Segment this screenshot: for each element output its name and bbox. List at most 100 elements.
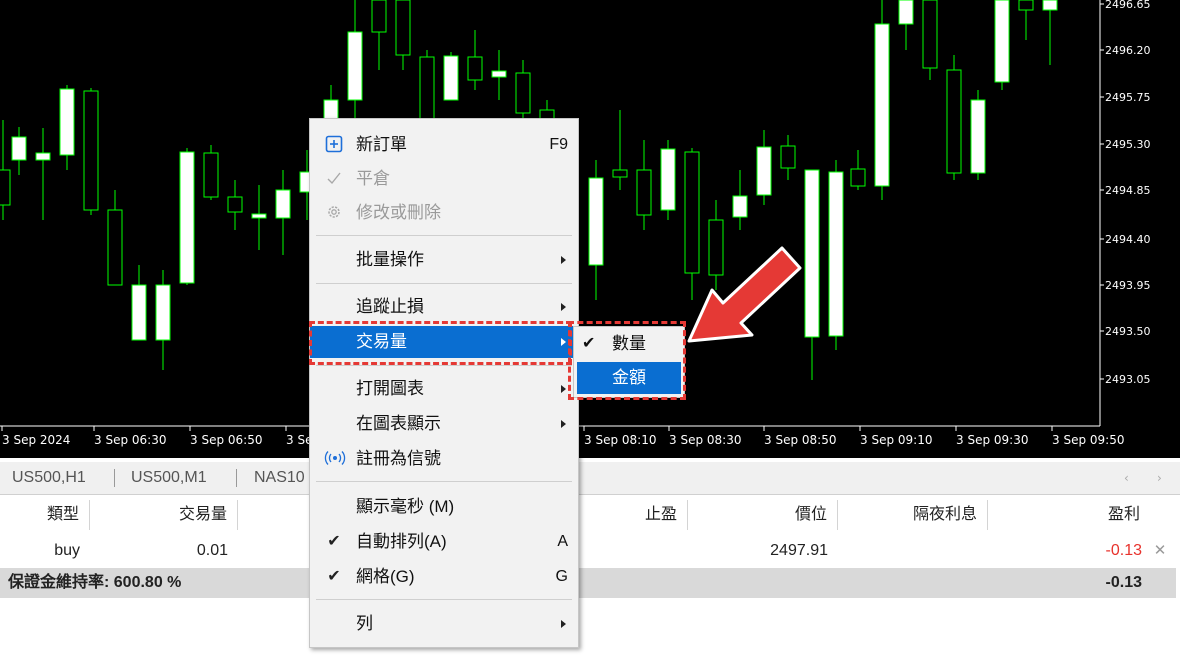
submenu-arrow-icon: [561, 420, 566, 428]
candle-body: [347, 31, 363, 101]
menu-item-modify-delete[interactable]: 修改或刪除: [310, 197, 578, 229]
price-tick-label: 2494.85: [1105, 184, 1151, 197]
candle-body: [227, 196, 243, 213]
price-tick-label: 2496.20: [1105, 44, 1151, 57]
summary-profit: -0.13: [1105, 574, 1142, 591]
menu-item-show-milliseconds[interactable]: 顯示毫秒 (M): [310, 491, 578, 523]
col-header-price[interactable]: 價位: [688, 500, 838, 530]
candle-body: [588, 177, 604, 266]
menu-item-close-position[interactable]: 平倉: [310, 163, 578, 195]
candle-body: [371, 0, 387, 33]
candle-body: [155, 284, 171, 341]
time-tick-label: 3 Sep 09:30: [956, 433, 1028, 447]
tab-nas[interactable]: NAS10: [254, 462, 305, 494]
candle-body: [612, 169, 628, 178]
price-tick-label: 2494.40: [1105, 233, 1151, 246]
tab-us500-m1[interactable]: US500,M1: [131, 462, 207, 494]
scroll-left-icon[interactable]: ‹: [1124, 462, 1129, 494]
scroll-right-icon[interactable]: ›: [1157, 462, 1162, 494]
col-header-type[interactable]: 類型: [0, 500, 90, 530]
tab-divider: [236, 469, 237, 487]
menu-divider: [316, 283, 572, 284]
menu-item-auto-arrange[interactable]: ✔ 自動排列(A) A: [310, 526, 578, 558]
time-tick-label: 3 Sep 08:50: [764, 433, 836, 447]
col-header-swap[interactable]: 隔夜利息: [838, 500, 988, 530]
summary-row: 保證金維持率: 600.80 % -0.13: [0, 568, 1176, 598]
candle-body: [203, 152, 219, 198]
menu-label: 批量操作: [356, 250, 424, 269]
candle-body: [732, 195, 748, 218]
candle-body: [515, 72, 531, 114]
menu-item-grid[interactable]: ✔ 網格(G) G: [310, 561, 578, 593]
submenu-arrow-icon: [561, 620, 566, 628]
table-row[interactable]: buy 0.01 2497.91 -0.13 ✕: [0, 536, 1176, 566]
price-tick-label: 2495.75: [1105, 91, 1151, 104]
tab-us500-h1[interactable]: US500,H1: [12, 462, 86, 494]
candle-body: [83, 90, 99, 211]
chart-tab-bar: US500,H1 US500,M1 NAS10 ‹ ›: [0, 462, 1180, 495]
col-header-take-profit[interactable]: 止盈: [578, 500, 688, 530]
candle-body: [467, 56, 483, 81]
new-order-icon: [324, 135, 344, 155]
time-tick-label: 3 Sep 09:10: [860, 433, 932, 447]
candle-body: [994, 0, 1010, 83]
price-tick-label: 2493.95: [1105, 279, 1151, 292]
candle-body: [11, 136, 27, 161]
candle-body: [35, 152, 51, 161]
menu-label: 打開圖表: [356, 379, 424, 398]
signal-icon: [320, 449, 350, 469]
menu-divider: [316, 599, 572, 600]
menu-shortcut: G: [555, 568, 568, 585]
time-tick-label: 3 Sep 08:10: [584, 433, 656, 447]
candle-body: [179, 151, 195, 284]
cell-volume: 0.01: [196, 542, 228, 559]
menu-divider: [316, 365, 572, 366]
menu-shortcut: A: [557, 533, 568, 550]
menu-item-register-signal[interactable]: 註冊為信號: [310, 443, 578, 475]
menu-item-bulk-operations[interactable]: 批量操作: [310, 244, 578, 276]
candle-body: [1042, 0, 1058, 11]
candle-body: [419, 56, 435, 121]
col-header-profit[interactable]: 盈利: [988, 500, 1176, 530]
menu-label: 列: [356, 614, 373, 633]
context-menu: 新訂單 F9 平倉 修改或刪除 批量操作 追蹤止損 交易量 打開圖表 在圖表顯示: [309, 118, 579, 648]
menu-item-trailing-stop[interactable]: 追蹤止損: [310, 291, 578, 323]
candle-body: [491, 70, 507, 78]
menu-shortcut: F9: [549, 136, 568, 153]
margin-level-label: 保證金維持率: 600.80 %: [8, 574, 182, 591]
menu-divider: [316, 235, 572, 236]
candle-body: [0, 169, 11, 206]
time-tick-label: 3 Sep 06:30: [94, 433, 166, 447]
submenu-arrow-icon: [561, 256, 566, 264]
candle-body: [780, 145, 796, 169]
menu-item-show-on-chart[interactable]: 在圖表顯示: [310, 408, 578, 440]
table-header-row: 類型 交易量 止盈 價位 隔夜利息 盈利: [0, 500, 1176, 530]
submenu-arrow-icon: [561, 303, 566, 311]
col-header-volume[interactable]: 交易量: [90, 500, 238, 530]
highlight-box-volume: [309, 321, 572, 365]
tab-divider: [114, 469, 115, 487]
menu-label: 在圖表顯示: [356, 414, 441, 433]
menu-label: 註冊為信號: [356, 449, 441, 468]
candle-body: [59, 88, 75, 156]
highlight-box-submenu: [568, 321, 686, 400]
candle-body: [850, 168, 866, 187]
price-tick-label: 2496.65: [1105, 0, 1151, 11]
checkmark-icon: ✔: [327, 533, 341, 550]
menu-label: 自動排列(A): [356, 532, 447, 551]
candle-body: [708, 219, 724, 276]
close-position-icon[interactable]: ✕: [1150, 536, 1170, 566]
menu-item-open-chart[interactable]: 打開圖表: [310, 373, 578, 405]
candle-body: [684, 151, 700, 274]
candle-body: [874, 23, 890, 187]
menu-label: 修改或刪除: [356, 203, 441, 222]
menu-divider: [316, 481, 572, 482]
menu-item-columns[interactable]: 列: [310, 608, 578, 640]
candle-body: [443, 55, 459, 101]
menu-item-new-order[interactable]: 新訂單 F9: [310, 129, 578, 161]
time-tick-label: 3 Sep 08:30: [669, 433, 741, 447]
cell-type: buy: [54, 542, 80, 559]
candle-body: [804, 169, 820, 338]
candle-body: [922, 0, 938, 69]
cell-price: 2497.91: [770, 542, 828, 559]
